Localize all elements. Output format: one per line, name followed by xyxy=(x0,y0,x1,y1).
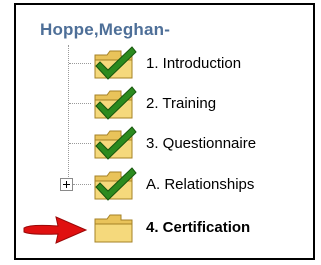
folder-check-icon xyxy=(92,126,140,162)
user-name-header[interactable]: Hoppe,Meghan- xyxy=(40,20,170,40)
folder-check-icon xyxy=(92,167,140,203)
tree-item-training[interactable]: 2. Training xyxy=(0,86,321,122)
folder-check-icon xyxy=(92,46,140,82)
tree-item-relationships[interactable]: A. Relationships xyxy=(0,167,321,203)
tree-item-label: 2. Training xyxy=(146,95,217,112)
folder-icon xyxy=(92,210,140,246)
red-arrow-icon xyxy=(20,213,90,247)
tree-item-label: 3. Questionnaire xyxy=(146,135,257,152)
tree-item-questionnaire[interactable]: 3. Questionnaire xyxy=(0,126,321,162)
tree-item-label: 1. Introduction xyxy=(146,55,242,72)
tree-item-label: A. Relationships xyxy=(146,176,255,193)
tree-item-introduction[interactable]: 1. Introduction xyxy=(0,46,321,82)
tree-item-label: 4. Certification xyxy=(146,219,251,236)
folder-check-icon xyxy=(92,86,140,122)
